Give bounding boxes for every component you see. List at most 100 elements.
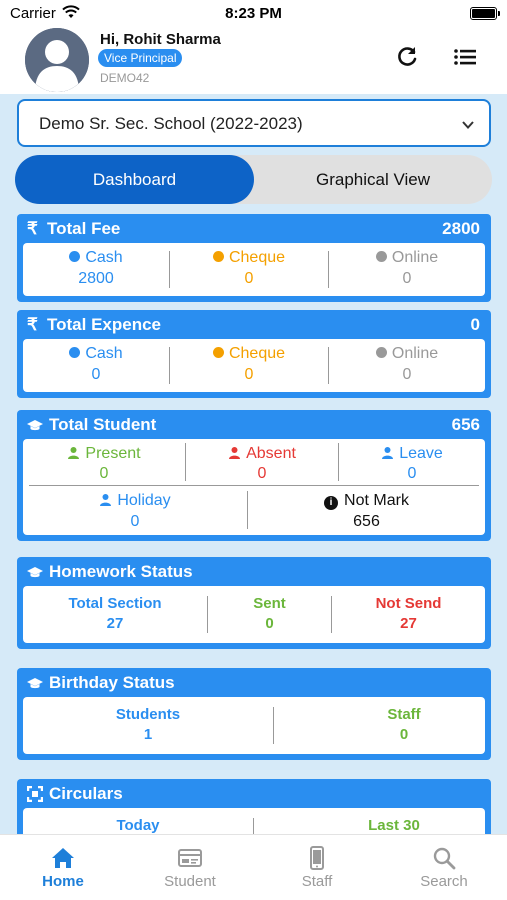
view-tabs: Dashboard Graphical View (15, 155, 492, 204)
homework-status-title: Homework Status (49, 562, 193, 581)
total-fee-value: 2800 (442, 219, 480, 238)
person-icon (68, 447, 80, 459)
not-send-value: 27 (400, 615, 417, 632)
expence-cash-label: Cash (85, 345, 123, 362)
total-expence-value: 0 (470, 315, 480, 334)
user-silhouette-icon (25, 28, 89, 92)
not-mark-label: Not Mark (344, 492, 409, 509)
fee-cash: Cash 2800 (23, 243, 169, 296)
birthday-staff: Staff 0 (274, 697, 507, 754)
person-icon (100, 494, 112, 506)
student-breakdown: Present 0 Absent 0 Leave 0 Holiday 0 i N… (23, 439, 485, 535)
online-dot-icon (375, 347, 387, 358)
phone-icon (310, 846, 324, 870)
total-fee-card[interactable]: ₹ Total Fee 2800 Cash 2800 Cheque 0 Onli… (17, 214, 491, 302)
student-not-mark: i Not Mark 656 (248, 486, 485, 535)
person-icon (229, 447, 241, 459)
homework-status-header: Homework Status (27, 562, 193, 582)
fee-online-value: 0 (402, 270, 412, 287)
search-icon (433, 847, 456, 870)
cash-dot-icon (69, 347, 81, 358)
expence-cheque: Cheque 0 (170, 339, 328, 392)
list-menu-icon[interactable] (452, 44, 478, 70)
fee-breakdown: Cash 2800 Cheque 0 Online 0 (23, 243, 485, 296)
cheque-dot-icon (212, 347, 224, 358)
circulars-header: Circulars (27, 784, 123, 804)
fee-cheque: Cheque 0 (170, 243, 328, 296)
tab-student[interactable]: Student (127, 835, 253, 900)
tab-dashboard[interactable]: Dashboard (15, 155, 254, 204)
dashboard-content[interactable]: Demo Sr. Sec. School (2022-2023) Dashboa… (0, 94, 507, 834)
homework-breakdown: Total Section 27 Sent 0 Not Send 27 (23, 586, 485, 643)
present-label: Present (85, 445, 141, 462)
sent-label: Sent (253, 595, 286, 612)
status-bar: Carrier 8:23 PM (0, 0, 507, 28)
info-icon: i (324, 496, 339, 510)
circulars-card[interactable]: Circulars Today Last 30 (17, 779, 491, 834)
graduation-cap-icon (27, 567, 43, 578)
birthday-students: Students 1 (23, 697, 273, 754)
expence-cheque-label: Cheque (228, 345, 286, 362)
bottom-tab-bar: Home Student Staff Search (0, 834, 507, 900)
total-expence-title: Total Expence (47, 315, 161, 334)
role-badge: Vice Principal (98, 49, 183, 67)
total-fee-header: ₹ Total Fee (27, 219, 120, 239)
cheque-dot-icon (212, 251, 224, 262)
present-value: 0 (99, 465, 109, 482)
circulars-breakdown: Today Last 30 (23, 808, 485, 834)
birthday-status-card[interactable]: Birthday Status Students 1 Staff 0 (17, 668, 491, 760)
person-icon (382, 447, 394, 459)
chevron-down-icon (462, 121, 474, 129)
expence-breakdown: Cash 0 Cheque 0 Online 0 (23, 339, 485, 392)
birthday-staff-value: 0 (399, 726, 409, 743)
graduation-cap-icon (27, 420, 43, 431)
birthday-status-title: Birthday Status (49, 673, 175, 692)
leave-label: Leave (399, 445, 443, 462)
fee-online-label: Online (391, 249, 439, 266)
clock: 8:23 PM (225, 5, 282, 22)
expence-cheque-value: 0 (244, 366, 254, 383)
fee-cash-label: Cash (85, 249, 123, 266)
total-student-title: Total Student (49, 415, 157, 434)
total-student-header: Total Student (27, 415, 156, 435)
birthday-students-label: Students (115, 706, 181, 723)
homework-sent: Sent 0 (208, 586, 331, 643)
tab-home[interactable]: Home (0, 835, 126, 900)
circulars-last-30: Last 30 (254, 808, 507, 834)
rupee-icon: ₹ (27, 315, 38, 334)
leave-value: 0 (407, 465, 417, 482)
total-fee-title: Total Fee (47, 219, 121, 238)
circulars-title: Circulars (49, 784, 123, 803)
fee-cheque-label: Cheque (228, 249, 286, 266)
online-dot-icon (375, 251, 387, 262)
student-absent: Absent 0 (186, 439, 338, 485)
total-expence-card[interactable]: ₹ Total Expence 0 Cash 0 Cheque 0 Online… (17, 310, 491, 398)
student-leave: Leave 0 (339, 439, 485, 485)
fee-cash-value: 2800 (78, 270, 114, 287)
total-section-label: Total Section (68, 595, 162, 612)
tab-student-label: Student (164, 873, 216, 890)
total-section-value: 27 (106, 615, 124, 632)
birthday-staff-label: Staff (387, 706, 421, 723)
avatar[interactable] (25, 28, 89, 92)
student-holiday: Holiday 0 (23, 486, 247, 535)
tab-home-label: Home (42, 873, 84, 890)
home-icon (52, 848, 74, 868)
expence-cash-value: 0 (91, 366, 101, 383)
tab-staff[interactable]: Staff (254, 835, 380, 900)
expence-online: Online 0 (329, 339, 485, 392)
birthday-status-header: Birthday Status (27, 673, 175, 693)
user-greeting: Hi, Rohit Sharma (100, 31, 221, 48)
fee-cheque-value: 0 (244, 270, 254, 287)
tab-graphical-view[interactable]: Graphical View (254, 155, 492, 204)
birthday-students-value: 1 (143, 726, 153, 743)
graduation-cap-icon (27, 678, 43, 689)
refresh-icon[interactable] (394, 44, 420, 70)
total-student-card[interactable]: Total Student 656 Present 0 Absent 0 Lea… (17, 410, 491, 541)
homework-status-card[interactable]: Homework Status Total Section 27 Sent 0 … (17, 557, 491, 649)
app-header: Hi, Rohit Sharma Vice Principal DEMO42 (0, 28, 507, 94)
holiday-value: 0 (130, 513, 140, 530)
cash-dot-icon (69, 251, 81, 262)
tab-search[interactable]: Search (381, 835, 507, 900)
school-select[interactable]: Demo Sr. Sec. School (2022-2023) (17, 99, 491, 147)
